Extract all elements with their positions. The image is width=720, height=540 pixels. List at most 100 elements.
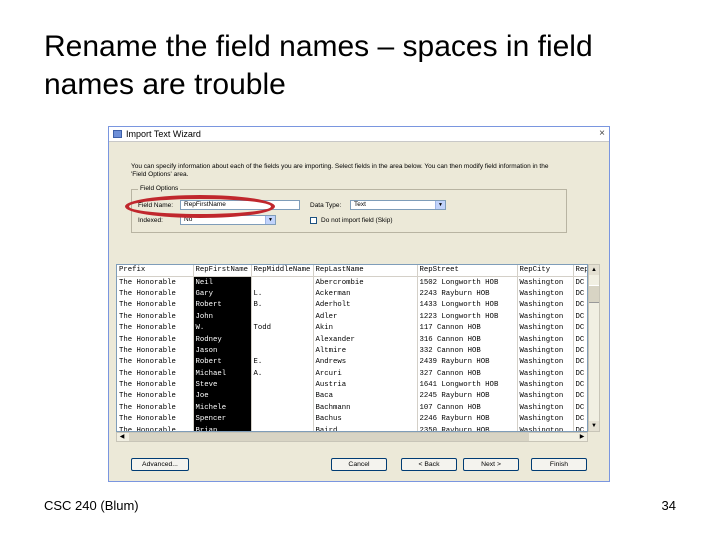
grid-cell: The Honorable bbox=[117, 311, 194, 323]
grid-cell: DC bbox=[573, 402, 587, 415]
grid-cell: 332 Cannon HOB bbox=[417, 345, 518, 358]
slide-title: Rename the field names – spaces in field… bbox=[44, 30, 593, 101]
next-button[interactable]: Next > bbox=[463, 458, 519, 471]
data-type-select[interactable]: Text ▼ bbox=[350, 200, 446, 210]
scroll-thumb[interactable] bbox=[589, 285, 599, 303]
grid-row: The Honorable Robert B. Aderholt 1433 Longwo… bbox=[117, 300, 587, 312]
wizard-instructions: You can specify information about each o… bbox=[131, 163, 549, 178]
grid-cell: The Honorable bbox=[117, 334, 194, 346]
grid-cell: Washington bbox=[517, 311, 574, 323]
grid-row: The Honorable Neil Abercrombie 1502 Longwor… bbox=[117, 276, 587, 289]
grid-cell: Rodney bbox=[193, 334, 252, 346]
data-type-label: Data Type: bbox=[310, 202, 342, 209]
grid-cell: Joe bbox=[193, 391, 252, 403]
grid-row: The Honorable Gary L. Ackerman 2243 Rayburn … bbox=[117, 288, 587, 301]
grid-cell: A. bbox=[251, 368, 314, 380]
advanced-button[interactable]: Advanced... bbox=[131, 458, 189, 471]
scroll-right-icon[interactable]: ▶ bbox=[577, 433, 587, 441]
grid-column-header[interactable]: RepCity bbox=[517, 265, 574, 278]
grid-cell: Altmire bbox=[313, 345, 418, 358]
grid-cell: The Honorable bbox=[117, 402, 194, 415]
grid-row: The Honorable Michele Bachmann 107 Cannon H… bbox=[117, 402, 587, 415]
field-name-highlight-ellipse bbox=[125, 195, 275, 218]
grid-cell: DC bbox=[573, 300, 587, 312]
footer-course: CSC 240 (Blum) bbox=[44, 498, 139, 513]
grid-row: The Honorable Michael A. Arcuri 327 Cannon H… bbox=[117, 368, 587, 380]
grid-cell: Washington bbox=[517, 391, 574, 403]
grid-cell: Akin bbox=[313, 322, 418, 335]
fields-preview-grid[interactable]: Prefix RepFirstName RepMiddleName RepLastNa… bbox=[116, 264, 588, 432]
grid-cell: Gary bbox=[193, 288, 252, 301]
grid-cell: 2245 Rayburn HOB bbox=[417, 391, 518, 403]
back-button[interactable]: < Back bbox=[401, 458, 457, 471]
grid-cell: Washington bbox=[517, 334, 574, 346]
grid-cell: DC bbox=[573, 322, 587, 335]
grid-cell: Michele bbox=[193, 402, 252, 415]
grid-column-header[interactable]: RepFirstName bbox=[193, 265, 252, 278]
grid-cell: DC bbox=[573, 334, 587, 346]
grid-cell: The Honorable bbox=[117, 288, 194, 301]
grid-cell: 327 Cannon HOB bbox=[417, 368, 518, 380]
grid-cell bbox=[251, 334, 314, 346]
vertical-scrollbar[interactable]: ▲ ▼ bbox=[588, 264, 600, 432]
grid-row: The Honorable Steve Austria 1641 Longworth … bbox=[117, 379, 587, 392]
grid-column-header[interactable]: Prefix bbox=[117, 265, 194, 278]
grid-cell: John bbox=[193, 311, 252, 323]
data-type-value: Text bbox=[354, 201, 366, 208]
dialog-titlebar: Import Text Wizard × bbox=[109, 127, 609, 142]
grid-cell: Washington bbox=[517, 276, 574, 289]
horizontal-scrollbar[interactable]: ◀ ▶ bbox=[116, 432, 588, 442]
scroll-up-icon[interactable]: ▲ bbox=[589, 265, 599, 275]
grid-column-header[interactable]: RepMiddleName bbox=[251, 265, 314, 278]
grid-cell bbox=[251, 276, 314, 289]
grid-cell: Neil bbox=[193, 276, 252, 289]
grid-cell bbox=[251, 379, 314, 392]
grid-cell: Washington bbox=[517, 288, 574, 301]
grid-cell bbox=[251, 402, 314, 415]
grid-cell: The Honorable bbox=[117, 300, 194, 312]
grid-cell: 316 Cannon HOB bbox=[417, 334, 518, 346]
grid-cell: Washington bbox=[517, 414, 574, 426]
grid-cell: 1223 Longworth HOB bbox=[417, 311, 518, 323]
grid-cell: Ackerman bbox=[313, 288, 418, 301]
grid-cell: 1502 Longworth HOB bbox=[417, 276, 518, 289]
hscroll-thumb[interactable] bbox=[129, 433, 529, 441]
chevron-down-icon[interactable]: ▼ bbox=[435, 201, 445, 209]
grid-cell: DC bbox=[573, 276, 587, 289]
grid-cell: 1641 Longworth HOB bbox=[417, 379, 518, 392]
grid-cell: Robert bbox=[193, 300, 252, 312]
grid-cell: L. bbox=[251, 288, 314, 301]
wizard-app-icon bbox=[113, 130, 122, 138]
cancel-button[interactable]: Cancel bbox=[331, 458, 387, 471]
grid-header-row: Prefix RepFirstName RepMiddleName RepLastNa… bbox=[117, 265, 587, 278]
scroll-left-icon[interactable]: ◀ bbox=[117, 433, 127, 441]
grid-cell: Bachmann bbox=[313, 402, 418, 415]
close-icon[interactable]: × bbox=[599, 128, 605, 139]
grid-cell: DC bbox=[573, 391, 587, 403]
grid-row: The Honorable John Adler 1223 Longworth HOB… bbox=[117, 311, 587, 323]
grid-row: The Honorable W. Todd Akin 117 Cannon HOB Was… bbox=[117, 322, 587, 335]
grid-cell bbox=[251, 391, 314, 403]
grid-column-header[interactable]: Rep bbox=[573, 265, 587, 278]
finish-button[interactable]: Finish bbox=[531, 458, 587, 471]
grid-column-header[interactable]: RepLastName bbox=[313, 265, 418, 278]
chevron-down-icon[interactable]: ▼ bbox=[265, 216, 275, 224]
grid-cell: Robert bbox=[193, 357, 252, 369]
grid-cell: DC bbox=[573, 368, 587, 380]
grid-cell: DC bbox=[573, 379, 587, 392]
grid-cell: Todd bbox=[251, 322, 314, 335]
grid-cell: DC bbox=[573, 288, 587, 301]
scroll-down-icon[interactable]: ▼ bbox=[589, 421, 599, 431]
grid-cell: Washington bbox=[517, 345, 574, 358]
grid-column-header[interactable]: RepStreet bbox=[417, 265, 518, 278]
skip-field-checkbox[interactable] bbox=[310, 217, 317, 224]
grid-row: The Honorable Rodney Alexander 316 Cannon H… bbox=[117, 334, 587, 346]
grid-cell: The Honorable bbox=[117, 379, 194, 392]
grid-cell: Andrews bbox=[313, 357, 418, 369]
grid-cell: The Honorable bbox=[117, 345, 194, 358]
grid-cell: Austria bbox=[313, 379, 418, 392]
preview-table: Prefix RepFirstName RepMiddleName RepLastNa… bbox=[117, 265, 587, 431]
grid-cell: Arcuri bbox=[313, 368, 418, 380]
grid-cell: DC bbox=[573, 357, 587, 369]
grid-cell: Washington bbox=[517, 368, 574, 380]
